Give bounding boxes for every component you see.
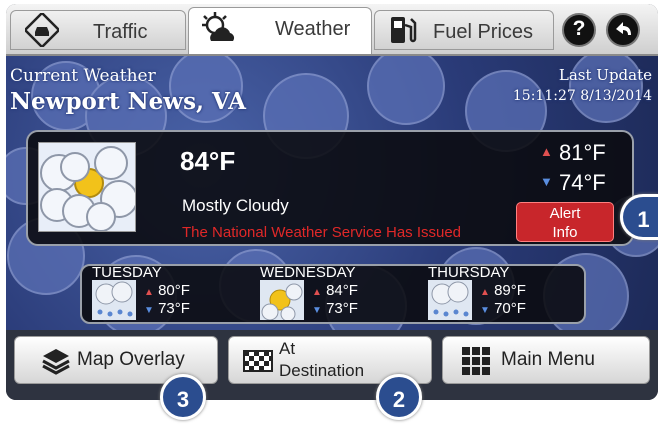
back-button[interactable]	[606, 13, 640, 47]
help-icon: ?	[572, 17, 586, 40]
rain-icon	[92, 280, 136, 320]
low-temperature: ▼ 74°F	[540, 170, 606, 196]
tab-weather[interactable]: Weather	[188, 7, 372, 54]
main-menu-button[interactable]: Main Menu	[442, 336, 650, 384]
layers-icon	[42, 349, 70, 375]
weather-body: Current Weather Newport News, VA Last Up…	[6, 56, 658, 330]
forecast-high-value: 84°F	[326, 282, 358, 299]
forecast-day-name: WEDNESDAY	[260, 264, 356, 281]
destination-label-line1: At	[279, 339, 296, 358]
last-update-label: Last Update	[558, 66, 652, 84]
current-weather-label: Current Weather	[10, 66, 156, 86]
last-update-value: 15:11:27 8/13/2014	[512, 88, 652, 104]
tab-traffic[interactable]: Traffic	[10, 10, 186, 50]
high-temperature-value: 81°F	[559, 140, 606, 165]
location-name: Newport News, VA	[10, 88, 246, 115]
high-arrow-icon: ▲	[480, 287, 490, 298]
high-arrow-icon: ▲	[312, 287, 322, 298]
high-arrow-icon: ▲	[144, 287, 154, 298]
callout-3-number: 3	[176, 387, 190, 412]
callout-2-number: 2	[392, 387, 406, 412]
bottom-button-row: Map Overlay At Destination Main Menu	[6, 330, 658, 400]
alert-info-line1: Alert	[549, 205, 581, 222]
callout-3: 3	[160, 374, 206, 420]
destination-label-line2: Destination	[279, 361, 365, 380]
alert-info-button[interactable]: Alert Info	[516, 202, 614, 242]
weather-alert-text[interactable]: The National Weather Service Has Issued	[182, 224, 461, 241]
forecast-low: ▼ 73°F	[144, 300, 190, 317]
forecast-day: WEDNESDAY ▲ 84°F ▼ 73°F	[254, 264, 422, 322]
forecast-strip: TUESDAY ▲ 80°F ▼ 73°F WEDNESDAY ▲ 84°F ▼…	[80, 264, 586, 324]
rain-icon	[428, 280, 472, 320]
forecast-day-name: TUESDAY	[92, 264, 162, 281]
tab-fuel-prices-label: Fuel Prices	[433, 21, 534, 43]
tab-weather-label: Weather	[275, 18, 351, 40]
forecast-low: ▼ 70°F	[480, 300, 526, 317]
callout-2: 2	[376, 374, 422, 420]
forecast-day: TUESDAY ▲ 80°F ▼ 73°F	[86, 264, 254, 322]
weather-icon	[202, 12, 235, 41]
weather-screen: Traffic Weather Fuel Prices ? Current We…	[6, 4, 658, 400]
grid-menu-icon	[462, 347, 490, 375]
fuel-pump-icon	[391, 17, 417, 43]
high-arrow-icon: ▲	[540, 144, 553, 159]
help-button[interactable]: ?	[562, 13, 596, 47]
current-temperature: 84°F	[180, 146, 236, 176]
mostly-cloudy-icon	[38, 142, 138, 232]
forecast-low: ▼ 73°F	[312, 300, 358, 317]
current-condition: Mostly Cloudy	[182, 196, 289, 215]
checkered-flag-icon	[243, 350, 273, 372]
low-arrow-icon: ▼	[480, 305, 490, 316]
forecast-high: ▲ 80°F	[144, 282, 190, 299]
forecast-low-value: 73°F	[158, 300, 190, 317]
tab-fuel-prices[interactable]: Fuel Prices	[374, 10, 554, 50]
alert-info-line2: Info	[552, 224, 578, 241]
map-overlay-label: Map Overlay	[77, 349, 185, 370]
back-arrow-icon	[616, 22, 631, 35]
current-conditions-panel: 84°F Mostly Cloudy The National Weather …	[26, 130, 634, 246]
main-menu-label: Main Menu	[501, 349, 595, 370]
partly-sunny-icon	[260, 280, 304, 322]
callout-1: 1	[620, 194, 658, 240]
forecast-high: ▲ 84°F	[312, 282, 358, 299]
forecast-day: THURSDAY ▲ 89°F ▼ 70°F	[422, 264, 590, 322]
low-arrow-icon: ▼	[540, 174, 553, 189]
low-temperature-value: 74°F	[559, 170, 606, 195]
tab-bar: Traffic Weather Fuel Prices ?	[6, 4, 658, 56]
forecast-high: ▲ 89°F	[480, 282, 526, 299]
forecast-low-value: 73°F	[326, 300, 358, 317]
low-arrow-icon: ▼	[144, 305, 154, 316]
forecast-day-name: THURSDAY	[428, 264, 510, 281]
car-icon	[25, 13, 59, 47]
tab-traffic-label: Traffic	[93, 21, 148, 43]
forecast-high-value: 89°F	[494, 282, 526, 299]
forecast-low-value: 70°F	[494, 300, 526, 317]
callout-1-number: 1	[637, 207, 650, 232]
low-arrow-icon: ▼	[312, 305, 322, 316]
high-temperature: ▲ 81°F	[540, 140, 606, 166]
forecast-high-value: 80°F	[158, 282, 190, 299]
